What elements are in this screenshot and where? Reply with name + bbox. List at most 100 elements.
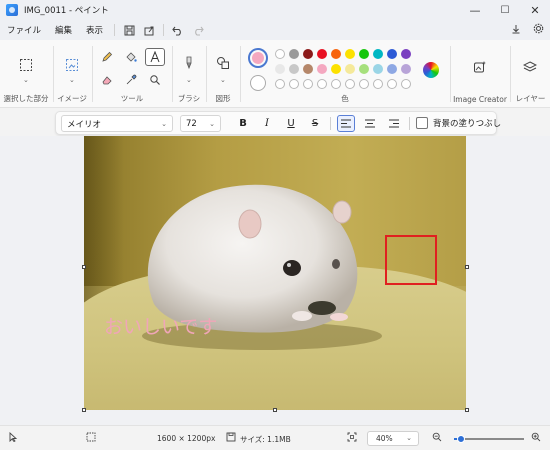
maximize-button[interactable]: ☐ [490, 0, 520, 20]
account-icon[interactable] [511, 24, 521, 37]
eraser-tool-button[interactable] [97, 71, 117, 89]
font-size-select[interactable]: 72 ⌄ [180, 115, 221, 132]
color-swatch[interactable] [289, 64, 299, 74]
zoom-out-icon[interactable] [432, 432, 442, 444]
group-label-layers: レイヤー [515, 94, 546, 103]
menu-file[interactable]: ファイル [0, 24, 48, 36]
primary-color-swatch[interactable] [248, 48, 268, 68]
color-swatch[interactable] [317, 49, 327, 59]
image-creator-button[interactable] [470, 58, 490, 76]
color-swatch[interactable] [331, 79, 341, 89]
align-left-button[interactable] [337, 115, 355, 132]
group-shapes: ⌄ 図形 [207, 44, 239, 106]
menu-edit[interactable]: 編集 [48, 24, 79, 36]
group-label-tools: ツール [120, 94, 144, 103]
brush-dropdown-chevron-icon[interactable]: ⌄ [186, 76, 192, 84]
zoom-select[interactable]: 40% ⌄ [367, 431, 419, 446]
brush-tool-button[interactable] [179, 54, 199, 72]
group-layers: レイヤー [511, 44, 550, 106]
shapes-tool-button[interactable] [213, 54, 233, 72]
group-colors: 色 [241, 44, 449, 106]
color-swatch[interactable] [359, 64, 369, 74]
zoom-in-icon[interactable] [531, 432, 541, 444]
color-swatch[interactable] [387, 49, 397, 59]
strikethrough-button[interactable]: S [306, 115, 324, 132]
canvas-resize-handle-bottom-right[interactable] [465, 408, 469, 412]
fill-tool-button[interactable] [121, 48, 141, 66]
text-tool-button[interactable] [145, 48, 165, 66]
layers-button[interactable] [520, 58, 540, 76]
font-family-select[interactable]: メイリオ ⌄ [61, 115, 173, 132]
zoom-slider[interactable] [454, 435, 524, 443]
color-swatch[interactable] [387, 64, 397, 74]
color-swatch[interactable] [373, 79, 383, 89]
image-crop-button[interactable] [62, 56, 82, 74]
file-size-icon [226, 432, 236, 444]
align-center-button[interactable] [361, 115, 379, 132]
color-swatch[interactable] [289, 49, 299, 59]
settings-icon[interactable] [533, 23, 544, 37]
color-swatch[interactable] [373, 49, 383, 59]
background-fill-checkbox[interactable] [416, 117, 428, 129]
font-family-value: メイリオ [67, 119, 102, 130]
color-swatch[interactable] [345, 49, 355, 59]
secondary-color-swatch[interactable] [250, 75, 266, 91]
magnifier-tool-button[interactable] [145, 71, 165, 89]
share-icon[interactable] [139, 22, 159, 38]
chevron-down-icon: ⌄ [209, 120, 215, 128]
red-rectangle-shape[interactable] [385, 235, 437, 285]
menu-view[interactable]: 表示 [79, 24, 110, 36]
minimize-button[interactable]: — [460, 0, 490, 20]
canvas-resize-handle-bottom-left[interactable] [82, 408, 86, 412]
color-swatch[interactable] [275, 49, 285, 59]
color-swatch[interactable] [387, 79, 397, 89]
shapes-dropdown-chevron-icon[interactable]: ⌄ [220, 76, 226, 84]
canvas-resize-handle-mid-left[interactable] [82, 265, 86, 269]
color-swatch[interactable] [303, 79, 313, 89]
color-swatch[interactable] [373, 64, 383, 74]
align-right-button[interactable] [385, 115, 403, 132]
color-swatch[interactable] [359, 49, 369, 59]
color-swatch[interactable] [359, 79, 369, 89]
redo-icon[interactable] [188, 22, 208, 38]
color-swatch[interactable] [401, 49, 411, 59]
color-swatch[interactable] [289, 79, 299, 89]
color-swatch[interactable] [317, 79, 327, 89]
save-icon[interactable] [119, 22, 139, 38]
group-selection: ⌄ 選択した部分 [0, 44, 52, 106]
color-swatch[interactable] [401, 64, 411, 74]
bold-button[interactable]: B [234, 115, 252, 132]
color-swatch[interactable] [303, 64, 313, 74]
menu-bar: ファイル 編集 表示 [0, 20, 550, 40]
color-swatch[interactable] [331, 64, 341, 74]
color-swatch[interactable] [275, 79, 285, 89]
fit-to-window-icon[interactable] [347, 432, 357, 444]
color-swatch[interactable] [275, 64, 285, 74]
underline-button[interactable]: U [282, 115, 300, 132]
group-label-colors: 色 [341, 94, 349, 103]
color-picker-tool-button[interactable] [121, 71, 141, 89]
font-size-value: 72 [186, 118, 197, 129]
undo-icon[interactable] [168, 22, 188, 38]
italic-button[interactable]: I [258, 115, 276, 132]
select-rectangle-button[interactable] [16, 56, 36, 74]
canvas-resize-handle-bottom-center[interactable] [273, 408, 277, 412]
color-swatch[interactable] [345, 79, 355, 89]
color-swatch[interactable] [331, 49, 341, 59]
group-label-selection: 選択した部分 [3, 94, 49, 103]
image-dropdown-chevron-icon[interactable]: ⌄ [69, 76, 75, 84]
edit-colors-icon[interactable] [423, 62, 439, 78]
selection-dropdown-chevron-icon[interactable]: ⌄ [23, 76, 29, 84]
cursor-position-icon [8, 431, 18, 444]
group-image: ⌄ イメージ [54, 44, 90, 106]
color-swatch[interactable] [401, 79, 411, 89]
color-swatch[interactable] [303, 49, 313, 59]
canvas-resize-handle-mid-right[interactable] [465, 265, 469, 269]
pencil-tool-button[interactable] [97, 48, 117, 66]
color-swatch[interactable] [345, 64, 355, 74]
group-label-shapes: 図形 [215, 94, 231, 103]
zoom-slider-thumb[interactable] [457, 435, 465, 443]
paint-app-icon [6, 4, 18, 16]
color-swatch[interactable] [317, 64, 327, 74]
close-button[interactable]: ✕ [520, 0, 550, 20]
